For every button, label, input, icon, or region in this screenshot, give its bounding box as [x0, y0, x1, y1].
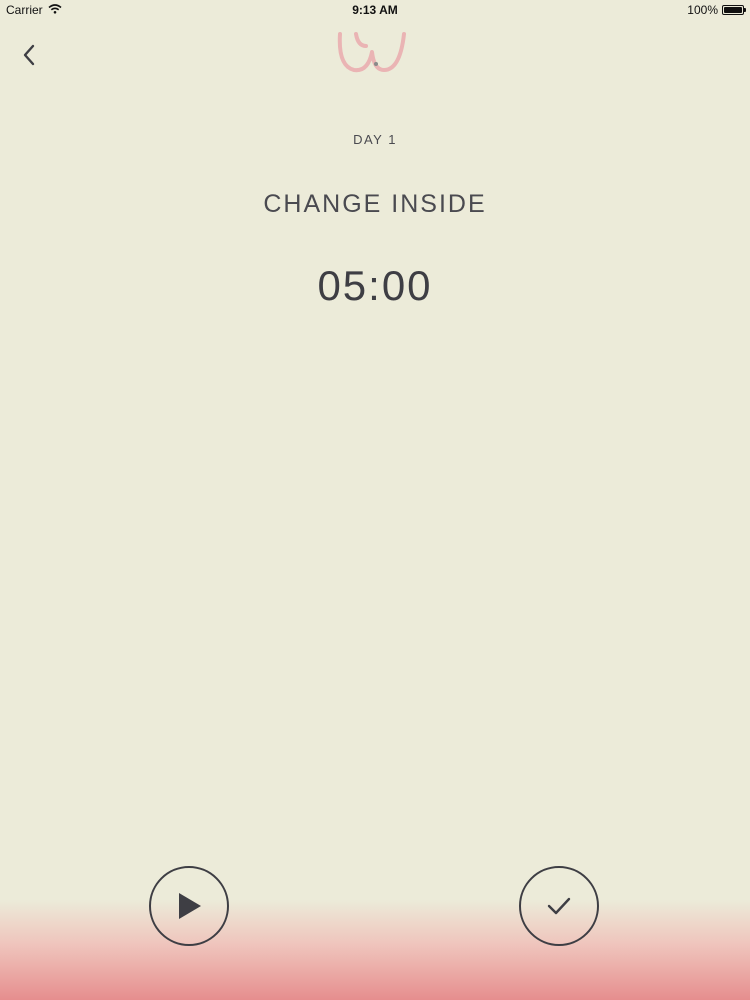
session-title: CHANGE INSIDE: [263, 190, 487, 218]
day-label: DAY 1: [353, 132, 397, 147]
battery-percentage: 100%: [687, 3, 718, 17]
battery-icon: [722, 5, 746, 15]
timer-display: 05:00: [317, 262, 433, 309]
checkmark-icon: [547, 897, 571, 915]
chevron-left-icon: [23, 44, 35, 66]
status-bar: Carrier 9:13 AM 100%: [0, 0, 750, 20]
status-time: 9:13 AM: [352, 3, 398, 17]
play-button[interactable]: [149, 866, 229, 946]
play-icon: [179, 893, 201, 919]
bottom-gradient: [0, 900, 750, 1000]
back-button[interactable]: [12, 38, 46, 72]
battery-fill: [724, 7, 742, 13]
status-right: 100%: [687, 3, 746, 17]
brand-logo-icon: [332, 26, 418, 80]
done-button[interactable]: [519, 866, 599, 946]
